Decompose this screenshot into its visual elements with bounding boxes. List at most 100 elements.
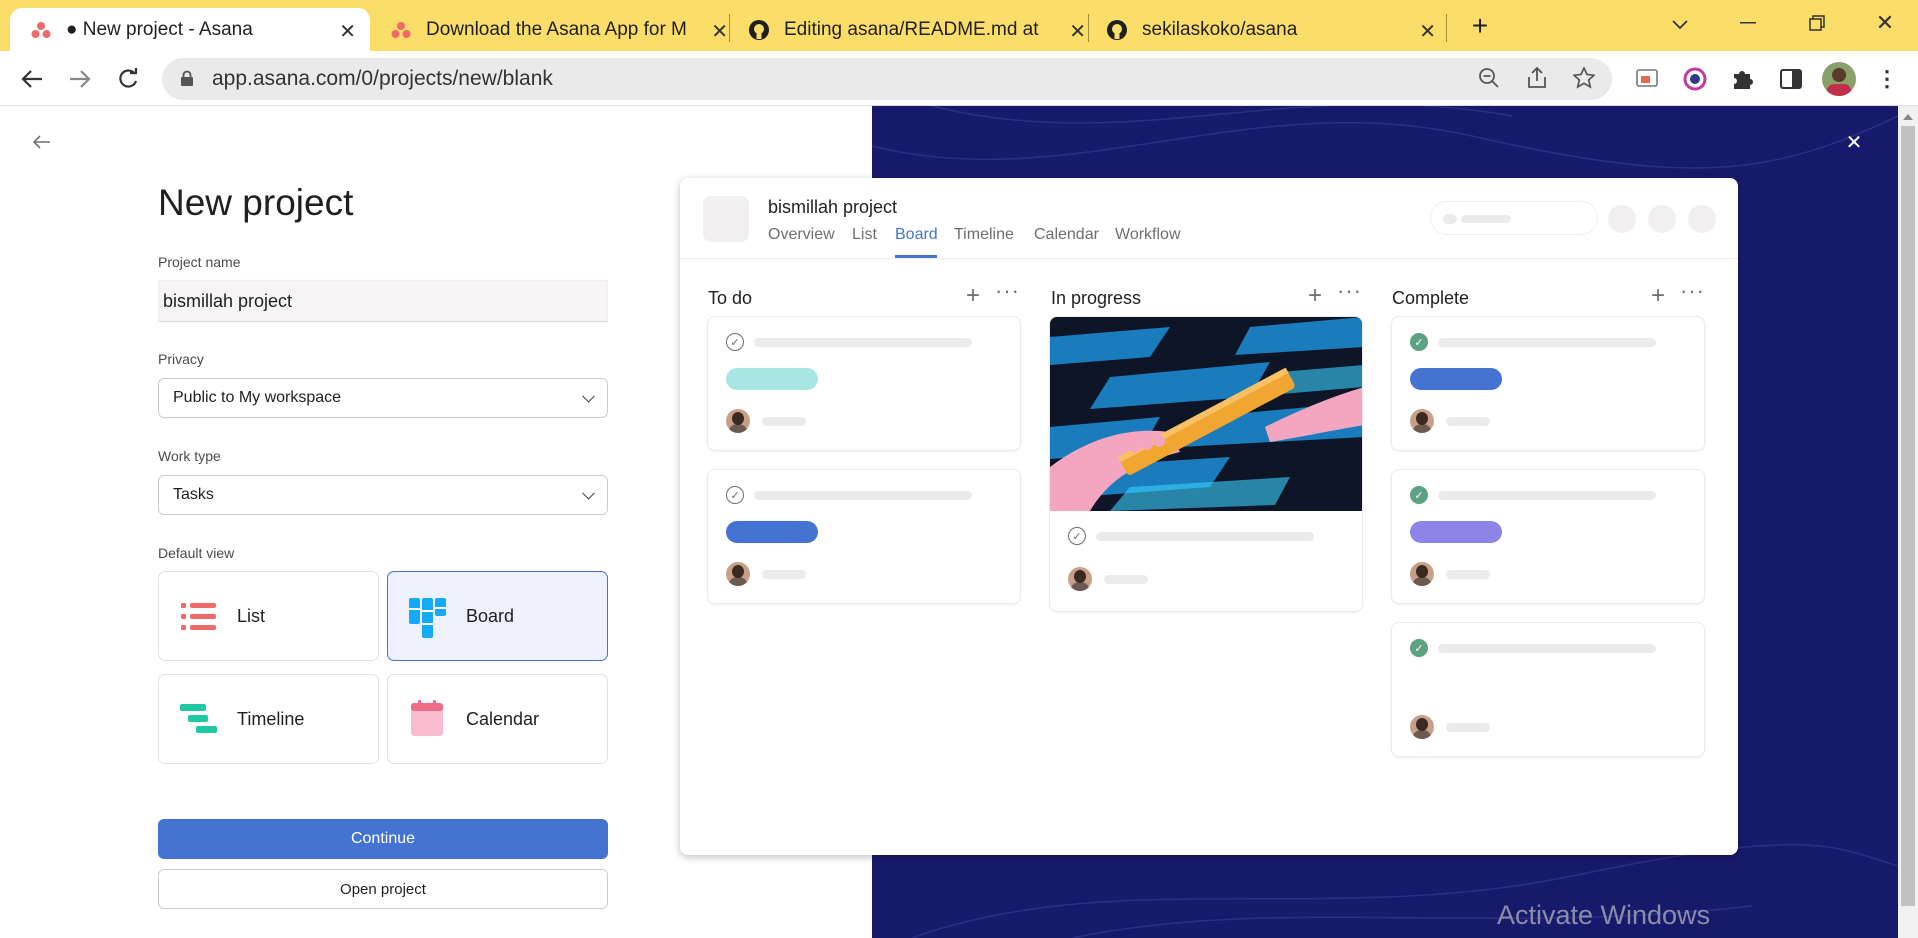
column-header-in-progress: In progress	[1051, 288, 1142, 308]
view-option-label: Board	[466, 605, 515, 626]
view-option-board[interactable]: Board	[387, 571, 608, 661]
avatar-placeholder	[1648, 205, 1676, 233]
avatar	[1410, 715, 1434, 739]
close-tab-icon[interactable]: ✕	[711, 19, 728, 44]
new-tab-plus-icon[interactable]: +	[1464, 10, 1496, 42]
close-tab-icon[interactable]: ✕	[1419, 19, 1436, 44]
tag-pill	[1410, 368, 1502, 390]
close-window-icon[interactable]: ✕	[1870, 8, 1900, 38]
activate-windows-watermark: Activate Windows	[1497, 900, 1711, 930]
avatar-placeholder	[1688, 205, 1716, 233]
column-header-complete: Complete	[1392, 288, 1470, 308]
tab-title: sekilaskoko/asana	[1142, 18, 1298, 40]
minimize-icon[interactable]	[1733, 8, 1763, 38]
check-icon: ✓	[1068, 527, 1086, 545]
work-type-select[interactable]: Tasks	[158, 475, 608, 515]
lock-icon	[180, 70, 194, 87]
view-option-label: Timeline	[237, 708, 305, 729]
project-name-label: Project name	[158, 254, 241, 270]
side-panel-icon[interactable]	[1776, 64, 1806, 94]
scroll-up-arrow-icon[interactable]	[1903, 114, 1913, 120]
preview-tab-overview: Overview	[768, 226, 835, 243]
add-card-icon: +	[966, 282, 981, 309]
back-arrow-icon[interactable]	[16, 63, 48, 95]
browser-toolbar: app.asana.com/0/projects/new/blank ⋮	[0, 51, 1918, 106]
tab-editing-readme[interactable]: Editing asana/README.md at main ✕	[748, 8, 1088, 51]
add-card-icon: +	[1308, 282, 1323, 309]
bookmark-star-icon[interactable]	[1573, 67, 1595, 89]
column-header-todo: To do	[708, 288, 753, 308]
project-icon-placeholder	[703, 196, 749, 242]
avatar	[726, 409, 750, 433]
view-option-calendar[interactable]: Calendar	[387, 674, 608, 764]
browser-tab-strip: ● New project - Asana ✕ Download the Asa…	[0, 0, 1918, 51]
privacy-select[interactable]: Public to My workspace	[158, 378, 608, 418]
zoom-out-icon[interactable]	[1478, 67, 1500, 89]
avatar	[1410, 562, 1434, 586]
tab-title: Editing asana/README.md at main	[784, 18, 1044, 40]
avatar	[1410, 409, 1434, 433]
project-name-value: bismillah project	[163, 290, 293, 311]
list-icon	[179, 596, 219, 636]
view-option-timeline[interactable]: Timeline	[158, 674, 379, 764]
extension-color-icon[interactable]	[1680, 64, 1710, 94]
calendar-icon	[408, 699, 448, 739]
kanban-card: ✓	[707, 469, 1021, 604]
tab-download-asana[interactable]: Download the Asana App for Mobile ✕	[390, 8, 730, 51]
share-icon[interactable]	[1526, 67, 1548, 89]
more-options-icon: ···	[1680, 278, 1705, 303]
check-icon: ✓	[726, 486, 744, 504]
tab-sekilaskoko[interactable]: sekilaskoko/asana ✕	[1106, 8, 1446, 51]
work-type-value: Tasks	[173, 486, 214, 503]
kanban-card: ✓	[1391, 469, 1705, 604]
address-bar[interactable]: app.asana.com/0/projects/new/blank	[162, 58, 1612, 100]
forward-arrow-icon[interactable]	[64, 63, 96, 95]
preview-project-title: bismillah project	[768, 197, 898, 217]
kanban-card: ✓	[707, 316, 1021, 451]
browser-menu-icon[interactable]: ⋮	[1872, 64, 1902, 94]
view-option-list[interactable]: List	[158, 571, 379, 661]
check-icon: ✓	[1410, 486, 1428, 504]
kanban-card: ✓	[1391, 622, 1705, 757]
back-arrow-icon[interactable]	[30, 130, 54, 154]
more-options-icon: ···	[995, 278, 1020, 303]
restore-icon[interactable]	[1802, 8, 1832, 38]
project-name-input[interactable]: bismillah project	[158, 280, 608, 322]
tab-new-project[interactable]: ● New project - Asana ✕	[10, 8, 370, 51]
privacy-value: Public to My workspace	[173, 389, 342, 406]
continue-button[interactable]: Continue	[158, 819, 608, 859]
privacy-label: Privacy	[158, 351, 204, 367]
scrollbar[interactable]	[1898, 106, 1918, 938]
tab-search-chevron-icon[interactable]	[1665, 10, 1695, 40]
add-card-icon: +	[1651, 282, 1666, 309]
tab-title: Download the Asana App for Mobile	[426, 18, 686, 40]
avatar	[1068, 567, 1092, 591]
extension-cast-icon[interactable]	[1633, 64, 1663, 94]
search-placeholder	[1430, 201, 1598, 235]
page-title: New project	[158, 182, 354, 223]
divider	[680, 258, 1738, 259]
avatar	[726, 562, 750, 586]
preview-tab-list: List	[852, 226, 877, 243]
preview-tab-workflow: Workflow	[1115, 226, 1181, 243]
more-options-icon: ···	[1337, 278, 1362, 303]
work-type-label: Work type	[158, 448, 221, 464]
scroll-thumb[interactable]	[1901, 126, 1915, 906]
open-project-button[interactable]: Open project	[158, 869, 608, 909]
check-icon: ✓	[1410, 639, 1428, 657]
reload-icon[interactable]	[112, 63, 144, 95]
extensions-puzzle-icon[interactable]	[1727, 64, 1757, 94]
asana-icon	[30, 19, 52, 41]
close-icon[interactable]: ✕	[1842, 130, 1866, 154]
profile-avatar[interactable]	[1822, 62, 1856, 96]
close-tab-icon[interactable]: ✕	[1069, 19, 1086, 44]
close-tab-icon[interactable]: ✕	[339, 19, 356, 44]
view-option-label: Calendar	[466, 708, 540, 729]
default-view-label: Default view	[158, 545, 235, 561]
github-icon	[1106, 19, 1128, 41]
chevron-down-icon	[582, 486, 595, 500]
tag-pill	[726, 521, 818, 543]
tag-pill	[726, 368, 818, 390]
check-icon: ✓	[726, 333, 744, 351]
check-icon: ✓	[1410, 333, 1428, 351]
